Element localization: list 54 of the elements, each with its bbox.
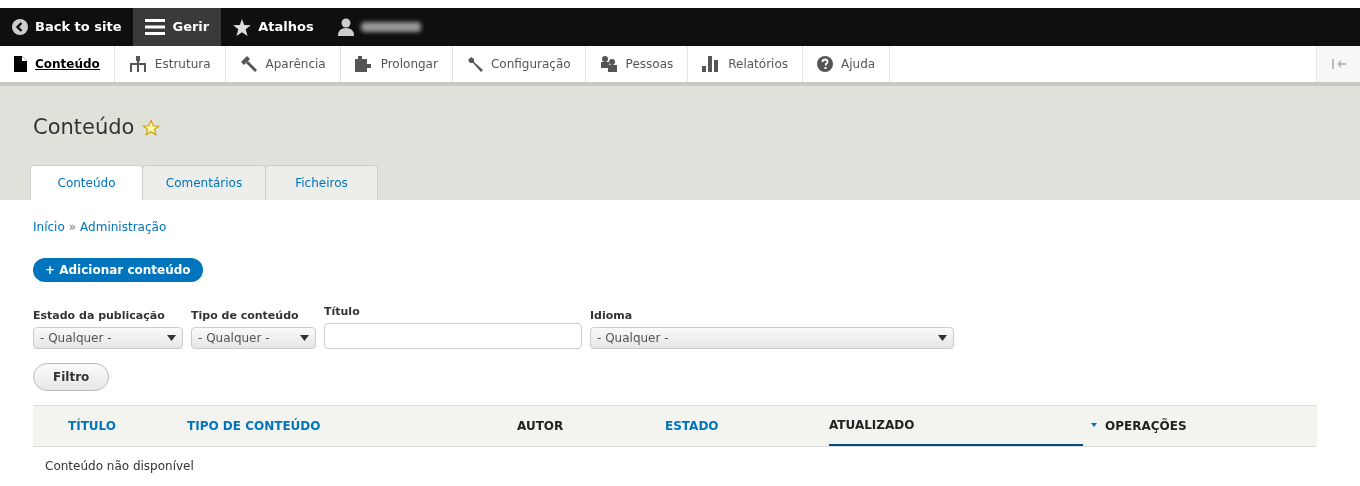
toolbar-tab[interactable]: Atalhos xyxy=(221,8,326,46)
breadcrumb-link[interactable]: Início xyxy=(33,218,65,236)
caret-icon xyxy=(938,334,947,341)
tab[interactable]: Conteúdo xyxy=(30,165,143,200)
admin-menu-item[interactable]: Pessoas xyxy=(585,46,689,82)
admin-menu-item[interactable]: Relatórios xyxy=(688,46,804,82)
star-icon[interactable] xyxy=(142,118,161,137)
breadcrumb-separator: » xyxy=(68,219,77,236)
tab[interactable]: Ficheiros xyxy=(265,165,378,200)
column-header[interactable]: TIPO DE CONTEÚDO xyxy=(187,405,517,446)
select-field[interactable]: - Qualquer - xyxy=(33,326,183,349)
admin-menu-item[interactable]: Configuração xyxy=(452,46,586,82)
column-header: AUTOR xyxy=(517,417,565,435)
column-header[interactable]: ESTADO xyxy=(665,405,829,446)
filter-label: Tipo de conteúdo xyxy=(191,308,299,324)
select-field[interactable]: - Qualquer - xyxy=(590,326,954,349)
column-header: OPERAÇÕES xyxy=(1105,417,1188,435)
add-content-button[interactable]: + Adicionar conteúdo xyxy=(33,258,203,282)
menu-icon xyxy=(145,19,166,35)
caret-icon xyxy=(300,334,309,341)
star-icon xyxy=(233,18,252,36)
page-title: Conteúdo xyxy=(33,114,135,141)
admin-menu-item[interactable]: Estrutura xyxy=(114,46,226,82)
document-icon xyxy=(14,56,27,72)
select-field[interactable]: - Qualquer - xyxy=(191,326,316,349)
puzzle-icon xyxy=(354,56,373,72)
column-header[interactable]: TÍTULO xyxy=(33,405,187,446)
help-icon xyxy=(817,56,834,72)
admin-menu-item[interactable]: Prolongar xyxy=(340,46,453,82)
admin-menu-item[interactable]: Aparência xyxy=(225,46,341,82)
people-icon xyxy=(599,56,618,72)
wrench-icon xyxy=(466,56,483,72)
tab[interactable]: Comentários xyxy=(142,165,266,200)
back-icon xyxy=(12,19,28,35)
collapse-toolbar-button[interactable] xyxy=(1316,46,1360,82)
admin-menu-item[interactable]: Conteúdo xyxy=(0,46,115,82)
collapse-icon xyxy=(1331,59,1346,69)
hierarchy-icon xyxy=(128,56,147,72)
filter-button[interactable]: Filtro xyxy=(33,362,110,391)
toolbar-tab[interactable]: Back to site xyxy=(0,8,134,46)
column-header[interactable]: ATUALIZADO xyxy=(829,405,1083,446)
filter-label: Idioma xyxy=(590,308,633,324)
text-field[interactable] xyxy=(324,322,582,349)
breadcrumb-link[interactable]: Administração xyxy=(80,218,167,236)
sort-icon xyxy=(1091,422,1097,427)
empty-message: Conteúdo não disponível xyxy=(45,458,194,475)
admin-menu-item[interactable]: Ajuda xyxy=(803,46,891,82)
toolbar-tab[interactable]: Gerir xyxy=(133,8,222,46)
caret-icon xyxy=(167,334,176,341)
user-icon xyxy=(337,18,354,36)
redacted-name xyxy=(360,22,421,32)
filter-label: Título xyxy=(324,304,360,320)
bar-chart-icon xyxy=(702,56,721,72)
filter-label: Estado da publicação xyxy=(33,308,165,324)
